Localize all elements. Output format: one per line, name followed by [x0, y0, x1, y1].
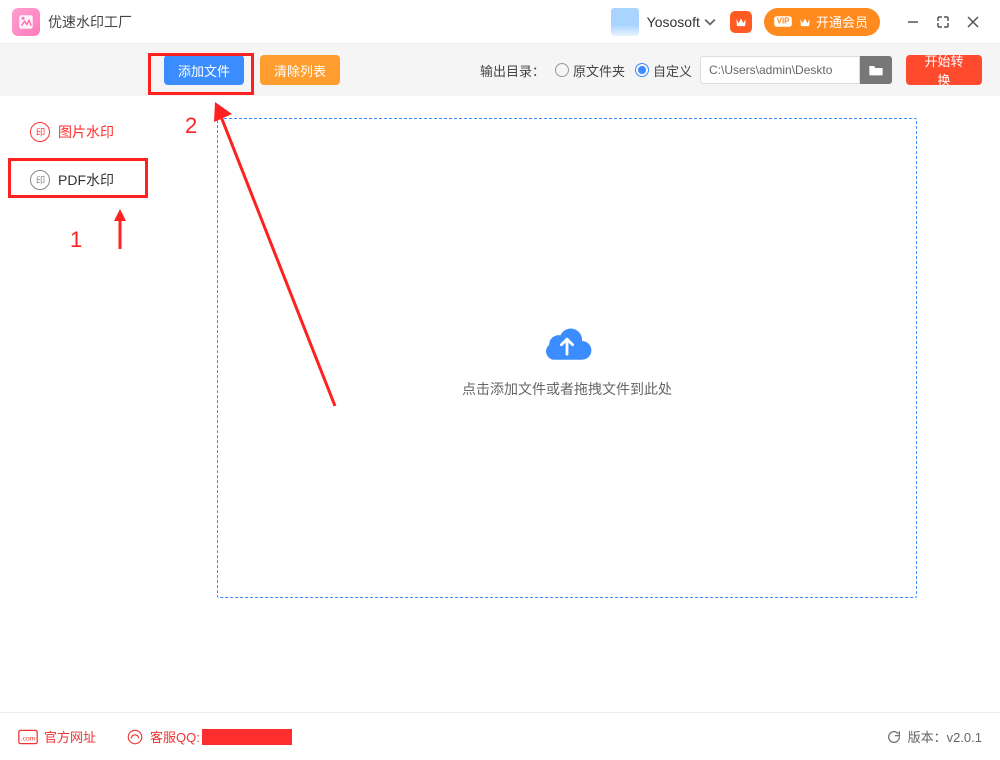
dropzone[interactable]: 点击添加文件或者拖拽文件到此处 — [217, 118, 917, 598]
output-dir-label: 输出目录： — [480, 61, 545, 80]
sidebar-item-label: PDF水印 — [58, 170, 114, 190]
folder-icon — [868, 64, 884, 76]
user-avatar[interactable] — [611, 8, 639, 36]
dropzone-text: 点击添加文件或者拖拽文件到此处 — [462, 379, 672, 399]
output-dir-group: 输出目录： 原文件夹 自定义 C:\Users\admin\Deskto 开始转… — [480, 55, 982, 85]
toolbar: 添加文件 清除列表 输出目录： 原文件夹 自定义 C:\Users\admin\… — [0, 44, 1000, 96]
title-bar: 优速水印工厂 Yososoft 开通会员 — [0, 0, 1000, 44]
version-info[interactable]: 版本：v2.0.1 — [886, 727, 982, 746]
start-convert-label: 开始转换 — [920, 51, 968, 89]
support-qq-number-redacted — [202, 729, 292, 745]
radio-custom-label: 自定义 — [653, 61, 692, 80]
main-area: 图片水印 PDF水印 点击添加文件或者拖拽文件到此处 — [0, 96, 1000, 712]
maximize-button[interactable] — [928, 7, 958, 37]
watermark-icon — [30, 122, 50, 142]
sidebar: 图片水印 PDF水印 — [0, 96, 175, 712]
svg-text:.com: .com — [21, 735, 36, 742]
close-button[interactable] — [958, 7, 988, 37]
vip-upgrade-button[interactable]: 开通会员 — [764, 8, 880, 36]
app-title: 优速水印工厂 — [48, 12, 132, 32]
clear-list-label: 清除列表 — [274, 61, 326, 80]
vip-button-label: 开通会员 — [816, 12, 868, 31]
official-site-link[interactable]: .com 官方网址 — [18, 727, 96, 746]
sidebar-item-pdf-watermark[interactable]: PDF水印 — [0, 160, 175, 200]
version-label: 版本：v2.0.1 — [908, 727, 982, 746]
user-dropdown[interactable]: Yososoft — [647, 14, 716, 30]
start-convert-button[interactable]: 开始转换 — [906, 55, 982, 85]
user-name-label: Yososoft — [647, 14, 700, 30]
watermark-icon — [30, 170, 50, 190]
clear-list-button[interactable]: 清除列表 — [260, 55, 340, 85]
chevron-down-icon — [704, 16, 716, 28]
cloud-upload-icon — [537, 317, 597, 365]
browse-folder-button[interactable] — [860, 56, 892, 84]
sidebar-item-label: 图片水印 — [58, 122, 114, 142]
refresh-icon — [886, 729, 902, 745]
sidebar-item-image-watermark[interactable]: 图片水印 — [0, 112, 175, 152]
app-logo — [12, 8, 40, 36]
headset-icon — [126, 728, 144, 746]
radio-original-folder[interactable] — [555, 63, 569, 77]
vip-badge-icon — [730, 11, 752, 33]
workspace: 点击添加文件或者拖拽文件到此处 — [175, 96, 1000, 712]
radio-original-label: 原文件夹 — [573, 61, 625, 80]
radio-custom-folder[interactable] — [635, 63, 649, 77]
minimize-button[interactable] — [898, 7, 928, 37]
add-files-label: 添加文件 — [178, 61, 230, 80]
official-site-label: 官方网址 — [44, 727, 96, 746]
output-path-input[interactable]: C:\Users\admin\Deskto — [700, 56, 860, 84]
output-path-value: C:\Users\admin\Deskto — [709, 63, 832, 77]
support-qq-link[interactable]: 客服QQ: — [126, 727, 292, 746]
footer: .com 官方网址 客服QQ: 版本：v2.0.1 — [0, 712, 1000, 760]
support-qq-label: 客服QQ: — [150, 727, 200, 746]
add-files-button[interactable]: 添加文件 — [164, 55, 244, 85]
